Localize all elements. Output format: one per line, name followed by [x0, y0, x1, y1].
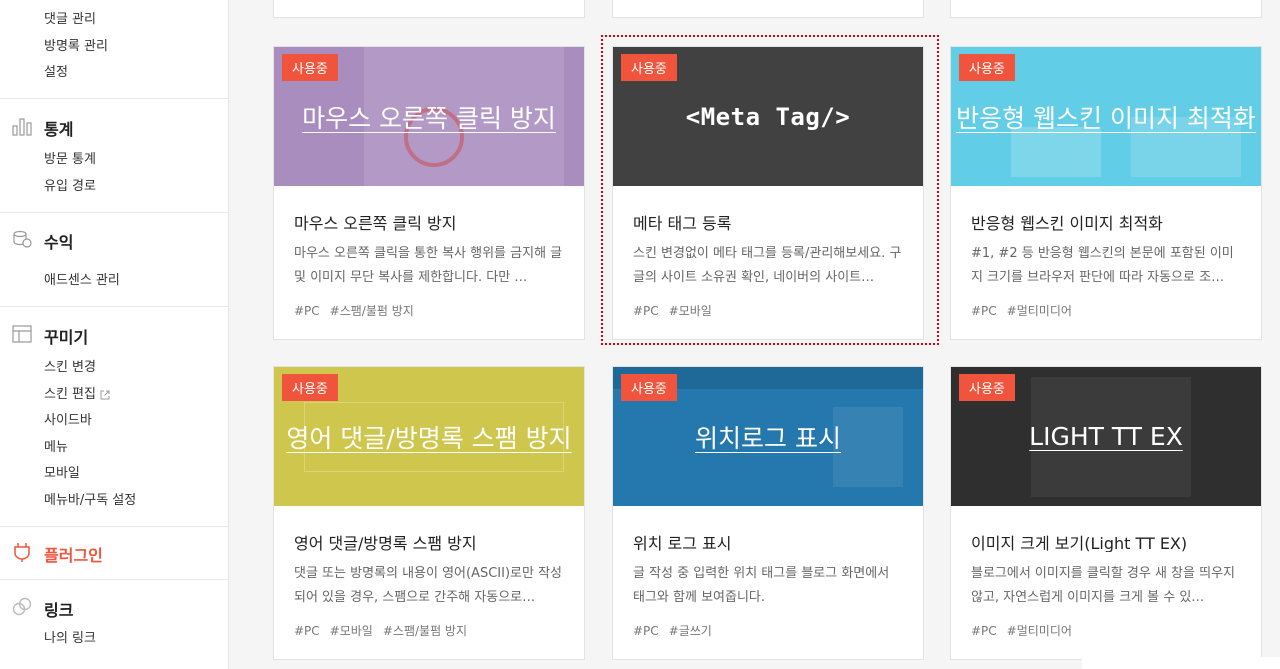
plugin-thumbnail: 사용중 위치로그 표시	[613, 367, 923, 506]
sidebar: 댓글 관리 방명록 관리 설정 통계 방문 통계 유입 경로 수익 애드센스 관…	[0, 0, 229, 669]
sidebar-divider	[0, 98, 229, 99]
sidebar-item-settings[interactable]: 설정	[44, 61, 68, 80]
sidebar-item-skin-change[interactable]: 스킨 변경	[44, 356, 96, 375]
sidebar-item-label: 스킨 편집	[44, 387, 96, 402]
sidebar-item-guestbook-manage[interactable]: 방명록 관리	[44, 35, 108, 54]
sidebar-item-comment-manage[interactable]: 댓글 관리	[44, 8, 96, 27]
plugin-tags: #PC #모바일 #스팸/불펌 방지	[294, 622, 564, 639]
plugin-description: 댓글 또는 방명록의 내용이 영어(ASCII)로만 작성되어 있을 경우, 스…	[294, 566, 563, 605]
sidebar-item-mobile[interactable]: 모바일	[44, 462, 80, 481]
sidebar-section-plugin[interactable]: 플러그인	[44, 542, 103, 566]
sidebar-section-stats[interactable]: 통계	[44, 116, 73, 140]
tag[interactable]: #스팸/불펌 방지	[330, 304, 414, 318]
tag[interactable]: #모바일	[669, 304, 712, 318]
plugin-thumbnail: 사용중 영어 댓글/방명록 스팸 방지	[274, 367, 584, 506]
tag[interactable]: #모바일	[330, 624, 373, 638]
external-link-icon	[100, 390, 110, 399]
plugin-card[interactable]: 사용중 LIGHT TT EX 이미지 크게 보기(Light TT EX) 블…	[950, 366, 1262, 660]
tag[interactable]: #글쓰기	[669, 624, 712, 638]
tag[interactable]: #PC	[971, 304, 997, 318]
in-use-badge: 사용중	[959, 54, 1015, 81]
thumbnail-title: <Meta Tag/>	[685, 102, 851, 131]
thumbnail-title: LIGHT TT EX	[1029, 422, 1183, 451]
tag[interactable]: #스팸/불펌 방지	[383, 624, 467, 638]
thumbnail-title: 위치로그 표시	[695, 423, 841, 453]
in-use-badge: 사용중	[621, 54, 677, 81]
plugin-tags: #PC #스팸/불펌 방지	[294, 302, 564, 319]
plugin-tags: #PC #멀티미디어	[971, 622, 1241, 639]
coins-icon	[13, 230, 32, 248]
plugin-tags: #PC #글쓰기	[633, 622, 903, 639]
plugin-card[interactable]: 사용중 <Meta Tag/> 메타 태그 등록 스킨 변경없이 메타 태그를 …	[612, 46, 924, 340]
sidebar-item-sidebar[interactable]: 사이드바	[44, 409, 92, 428]
plugin-description: 스킨 변경없이 메타 태그를 등록/관리해보세요. 구글의 사이트 소유권 확인…	[633, 246, 902, 285]
sidebar-item-visit-stats[interactable]: 방문 통계	[44, 148, 96, 167]
sidebar-divider	[0, 212, 229, 213]
in-use-badge: 사용중	[621, 374, 677, 401]
plugin-title: 마우스 오른쪽 클릭 방지	[294, 214, 457, 232]
plugin-thumbnail: 사용중 <Meta Tag/>	[613, 47, 923, 186]
plugin-title: 메타 태그 등록	[633, 214, 732, 232]
in-use-badge: 사용중	[959, 374, 1015, 401]
plugin-title: 이미지 크게 보기(Light TT EX)	[971, 534, 1188, 552]
sidebar-divider	[0, 579, 229, 580]
sidebar-divider	[0, 526, 229, 527]
sidebar-item-menu[interactable]: 메뉴	[44, 436, 68, 455]
plugin-card-partial[interactable]	[273, 0, 585, 18]
sidebar-item-my-link[interactable]: 나의 링크	[44, 627, 96, 646]
plugin-tags: #PC #멀티미디어	[971, 302, 1241, 319]
plugin-description: 마우스 오른쪽 클릭을 통한 복사 행위를 금지해 글 및 이미지 무단 복사를…	[294, 246, 563, 285]
tag[interactable]: #PC	[294, 624, 320, 638]
sidebar-section-revenue[interactable]: 수익	[44, 229, 73, 253]
plugin-thumbnail: 사용중 LIGHT TT EX	[951, 367, 1261, 506]
thumbnail-title: 영어 댓글/방명록 스팸 방지	[286, 423, 572, 453]
sidebar-section-decorate[interactable]: 꾸미기	[44, 324, 88, 348]
plugin-description: #1, #2 등 반응형 웹스킨의 본문에 포함된 이미지 크기를 브라우저 판…	[971, 246, 1234, 285]
plugin-card[interactable]: 사용중 위치로그 표시 위치 로그 표시 글 작성 중 입력한 위치 태그를 블…	[612, 366, 924, 660]
thumbnail-title: 반응형 웹스킨 이미지 최적화	[956, 103, 1256, 133]
in-use-badge: 사용중	[282, 374, 338, 401]
plugin-card[interactable]: 사용중 마우스 오른쪽 클릭 방지 마우스 오른쪽 클릭 방지 마우스 오른쪽 …	[273, 46, 585, 340]
tag[interactable]: #PC	[971, 624, 997, 638]
sidebar-item-menubar-subscribe[interactable]: 메뉴바/구독 설정	[44, 489, 136, 508]
plugin-thumbnail: 사용중 반응형 웹스킨 이미지 최적화	[951, 47, 1261, 186]
page-corner	[1082, 657, 1280, 669]
sidebar-item-referrer[interactable]: 유입 경로	[44, 175, 96, 194]
tag[interactable]: #멀티미디어	[1007, 624, 1072, 638]
tag[interactable]: #멀티미디어	[1007, 304, 1072, 318]
sidebar-item-skin-edit[interactable]: 스킨 편집	[44, 383, 110, 402]
sidebar-item-adsense[interactable]: 애드센스 관리	[44, 269, 120, 288]
thumbnail-title: 마우스 오른쪽 클릭 방지	[302, 103, 556, 133]
plugin-card-partial[interactable]	[612, 0, 924, 18]
tag[interactable]: #PC	[633, 624, 659, 638]
tag[interactable]: #PC	[294, 304, 320, 318]
plugin-title: 영어 댓글/방명록 스팸 방지	[294, 534, 477, 552]
plugin-thumbnail: 사용중 마우스 오른쪽 클릭 방지	[274, 47, 584, 186]
plugin-description: 블로그에서 이미지를 클릭할 경우 새 창을 띄우지 않고, 자연스럽게 이미지…	[971, 566, 1235, 605]
tag[interactable]: #PC	[633, 304, 659, 318]
bar-chart-icon	[12, 118, 32, 136]
plugin-title: 위치 로그 표시	[633, 534, 732, 552]
sidebar-divider	[0, 306, 229, 307]
plugin-card[interactable]: 사용중 영어 댓글/방명록 스팸 방지 영어 댓글/방명록 스팸 방지 댓글 또…	[273, 366, 585, 660]
plugin-card[interactable]: 사용중 반응형 웹스킨 이미지 최적화 반응형 웹스킨 이미지 최적화 #1, …	[950, 46, 1262, 340]
plugin-icon	[14, 543, 30, 562]
in-use-badge: 사용중	[282, 54, 338, 81]
plugin-card-partial[interactable]	[950, 0, 1262, 18]
link-icon	[12, 597, 32, 616]
plugin-description: 글 작성 중 입력한 위치 태그를 블로그 화면에서 태그와 함께 보여줍니다.	[633, 566, 890, 605]
plugin-title: 반응형 웹스킨 이미지 최적화	[971, 214, 1163, 232]
plugin-tags: #PC #모바일	[633, 302, 903, 319]
layout-icon	[12, 325, 32, 343]
sidebar-section-link[interactable]: 링크	[44, 597, 73, 621]
